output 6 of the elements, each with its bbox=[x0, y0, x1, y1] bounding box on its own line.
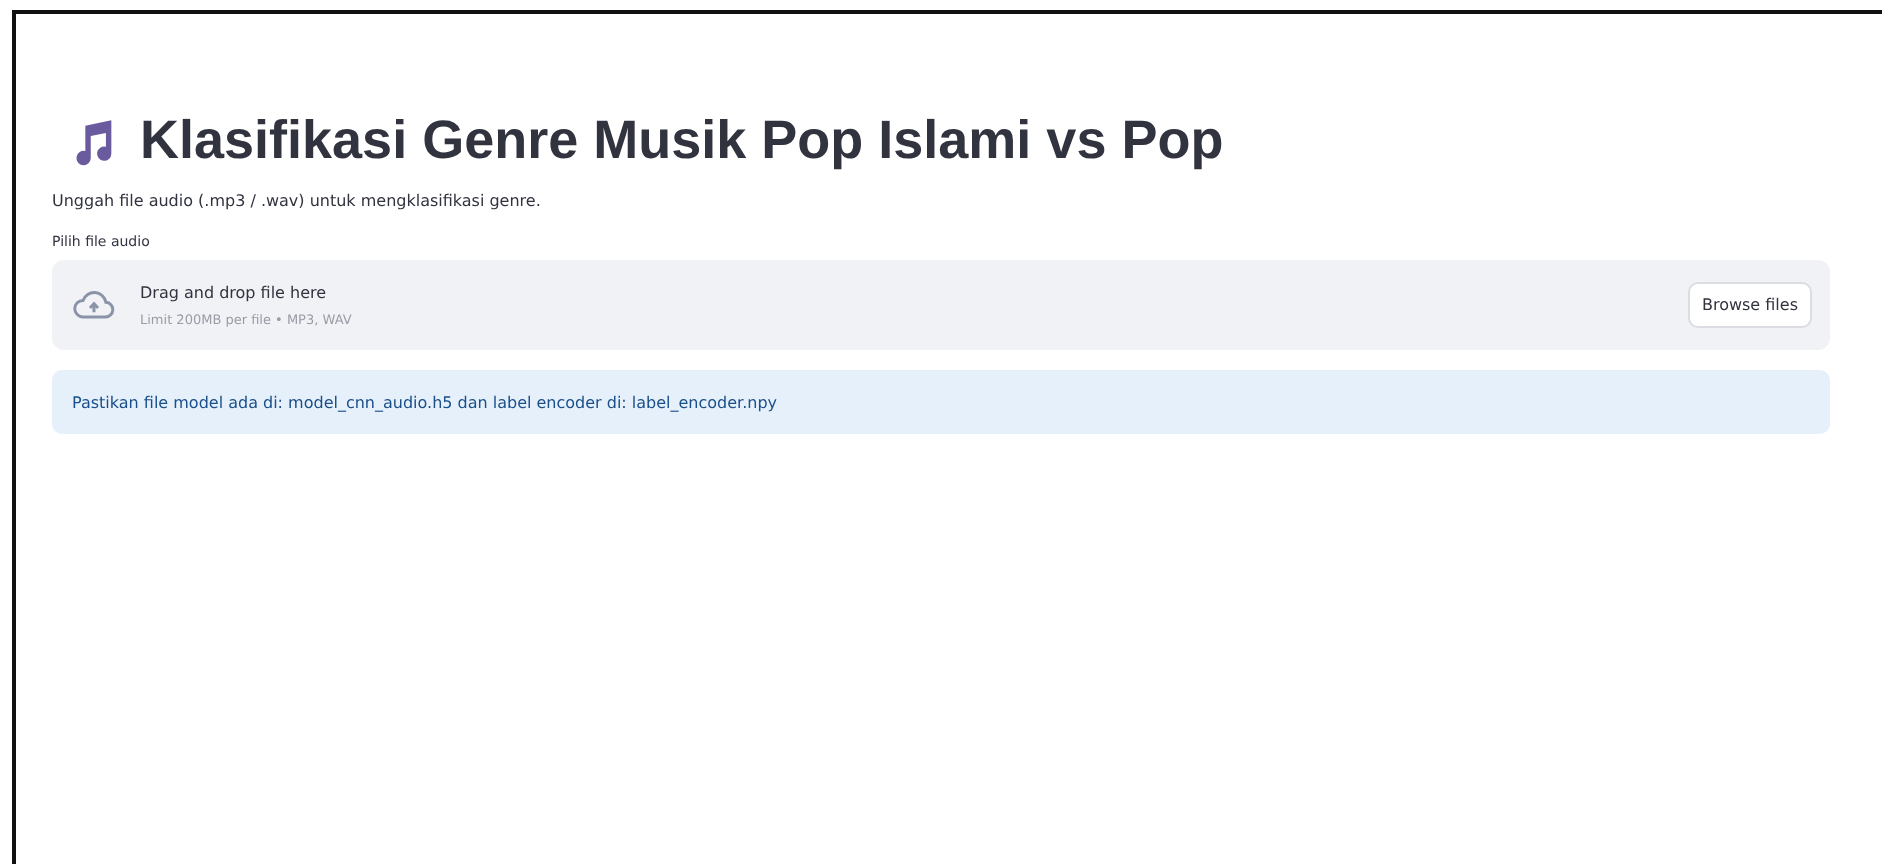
dropzone-instruction: Drag and drop file here bbox=[140, 283, 329, 301]
page-title: Klasifikasi Genre Musik Pop Islami vs Pop bbox=[140, 110, 1224, 172]
page-description: Unggah file audio (.mp3 / .wav) untuk mengklasifikasi genre. bbox=[52, 192, 543, 210]
info-alert: Pastikan file model ada di: model_cnn_audio.h5 dan label encoder di: label_encoder.npy bbox=[52, 370, 1830, 434]
cloud-upload-icon bbox=[72, 290, 116, 320]
browse-files-button[interactable]: Browse files bbox=[1687, 282, 1812, 328]
